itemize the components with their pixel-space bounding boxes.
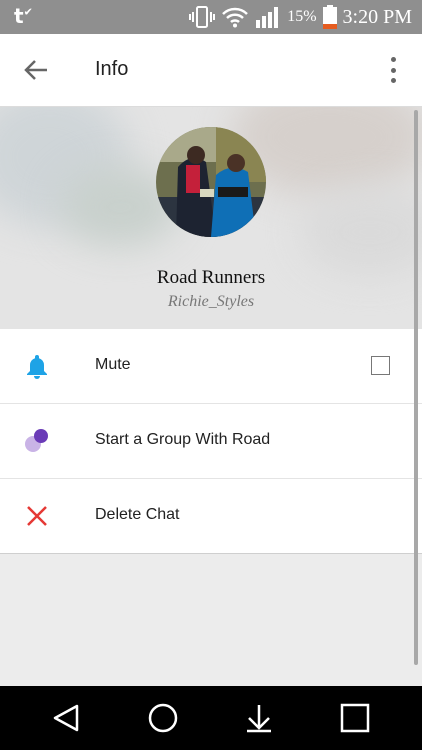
home-circle-icon[interactable] [147, 702, 179, 734]
signal-icon [255, 6, 281, 28]
start-group-label: Start a Group With Road [95, 431, 271, 448]
status-bar: t✔ 15% 3:20 PM [0, 0, 422, 34]
mute-checkbox[interactable] [371, 356, 390, 375]
mute-row[interactable]: Mute [0, 329, 422, 403]
battery-icon [322, 5, 337, 29]
delete-chat-label: Delete Chat [95, 506, 180, 523]
group-handle: Richie_Styles [167, 293, 255, 310]
bell-icon [22, 351, 52, 381]
info-menu: Mute Start a Group With Road Delete Chat [0, 329, 422, 554]
mute-label: Mute [95, 356, 131, 373]
arrow-back-icon[interactable] [22, 56, 50, 84]
group-name: Road Runners [156, 267, 266, 288]
profile-header: Road Runners Richie_Styles [0, 107, 422, 329]
more-vert-icon[interactable] [388, 57, 398, 83]
group-dots-icon [22, 426, 52, 456]
app-bar: Info [0, 34, 422, 107]
back-triangle-icon[interactable] [51, 702, 83, 734]
start-group-row[interactable]: Start a Group With Road [0, 403, 422, 478]
navigation-bar [0, 686, 422, 750]
recents-square-icon[interactable] [339, 702, 371, 734]
close-icon [22, 501, 52, 531]
delete-chat-row[interactable]: Delete Chat [0, 478, 422, 553]
battery-percent: 15% [287, 8, 317, 25]
scrollbar[interactable] [414, 110, 418, 665]
carrier-icon: t✔ [14, 4, 33, 28]
avatar[interactable] [156, 127, 266, 237]
wifi-icon [221, 6, 249, 28]
clock: 3:20 PM [342, 5, 412, 28]
vibrate-icon [189, 5, 216, 29]
page-title: Info [95, 58, 129, 80]
download-icon[interactable] [243, 702, 275, 734]
